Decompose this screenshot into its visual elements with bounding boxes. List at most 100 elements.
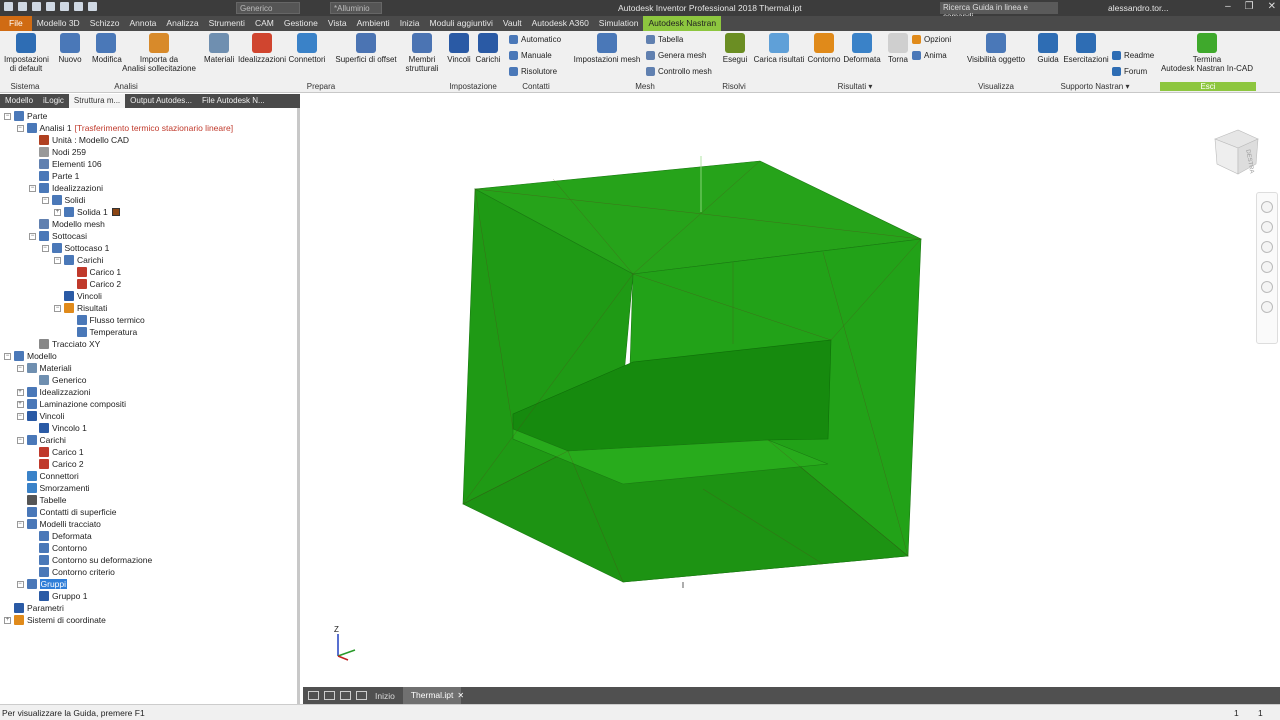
tree-node-label[interactable]: Parte 1 bbox=[52, 171, 79, 181]
tree-node-label[interactable]: Elementi 106 bbox=[52, 159, 102, 169]
tree-node[interactable]: − Carichi bbox=[54, 254, 103, 266]
tree-node[interactable]: Nodi 259 bbox=[29, 146, 86, 158]
contorno-button[interactable]: Contorno bbox=[806, 33, 842, 64]
ribbon-tab-autodesk-nastran[interactable]: Autodesk Nastran bbox=[643, 16, 722, 31]
tree-node-label[interactable]: Vincoli bbox=[40, 411, 65, 421]
tabella-button[interactable]: Tabella bbox=[646, 35, 683, 44]
view-cube[interactable]: DESTRA bbox=[1214, 129, 1259, 175]
tree-node-label[interactable]: Parte bbox=[27, 111, 47, 121]
tree-node-label[interactable]: Deformata bbox=[52, 531, 92, 541]
ribbon-tab-analizza[interactable]: Analizza bbox=[161, 16, 203, 31]
ribbon-tab-gestione[interactable]: Gestione bbox=[279, 16, 323, 31]
ribbon-tab-strumenti[interactable]: Strumenti bbox=[204, 16, 250, 31]
browser-tab-3[interactable]: Output Autodes... bbox=[125, 94, 197, 108]
mesh-model-view[interactable]: Z DESTRA bbox=[303, 94, 1280, 687]
tree-node[interactable]: Gruppo 1 bbox=[29, 590, 87, 602]
tree-node[interactable]: Carico 1 bbox=[67, 266, 121, 278]
expander-icon[interactable]: − bbox=[4, 352, 11, 360]
expander-icon[interactable]: + bbox=[4, 616, 11, 624]
visibilita-oggetto-button[interactable]: Visibilità oggetto bbox=[964, 33, 1028, 64]
expander-icon[interactable]: − bbox=[16, 412, 24, 420]
vincoli-button[interactable]: Vincoli bbox=[446, 33, 472, 64]
tree-node-label[interactable]: Sottocaso 1 bbox=[65, 243, 110, 253]
tree-node-label[interactable]: Connettori bbox=[40, 471, 79, 481]
tree-node[interactable]: Vincoli bbox=[54, 290, 102, 302]
ribbon-tab-autodesk-a360[interactable]: Autodesk A360 bbox=[527, 16, 594, 31]
nuovo-button[interactable]: Nuovo bbox=[56, 33, 84, 64]
tree-node-label[interactable]: Carico 1 bbox=[52, 447, 84, 457]
ribbon-tab-vista[interactable]: Vista bbox=[323, 16, 352, 31]
anima-button[interactable]: Anima bbox=[912, 51, 947, 60]
genera-mesh-button[interactable]: Genera mesh bbox=[646, 51, 706, 60]
tree-node[interactable]: − Modello bbox=[4, 350, 57, 362]
expander-icon[interactable]: − bbox=[16, 364, 24, 372]
tree-node-label[interactable]: Generico bbox=[52, 375, 87, 385]
panel-risultati-[interactable]: Risultati ▾ bbox=[750, 82, 960, 91]
tree-node-label[interactable]: Contorno criterio bbox=[52, 567, 115, 577]
minimize-icon[interactable]: – bbox=[1225, 1, 1231, 12]
split-icon[interactable] bbox=[356, 691, 367, 700]
superfici-offset-button[interactable]: Superfici di offset bbox=[334, 33, 398, 64]
maximize-icon[interactable]: ❐ bbox=[1245, 1, 1254, 12]
tree-node[interactable]: − Parte bbox=[4, 110, 47, 122]
expander-icon[interactable]: − bbox=[16, 520, 24, 528]
expander-icon[interactable]: − bbox=[4, 112, 11, 120]
tree-node-label[interactable]: Carichi bbox=[77, 255, 103, 265]
tree-node-label[interactable]: Solida 1 bbox=[77, 207, 108, 217]
opzioni-button[interactable]: Opzioni bbox=[912, 35, 951, 44]
full-navigation-icon[interactable] bbox=[1261, 301, 1273, 313]
expander-icon[interactable]: + bbox=[54, 208, 61, 216]
tree-node[interactable]: + Sistemi di coordinate bbox=[4, 614, 106, 626]
connettori-button[interactable]: Connettori bbox=[288, 33, 326, 64]
panel-supporto-nastran-[interactable]: Supporto Nastran ▾ bbox=[1040, 82, 1150, 91]
graphics-viewport[interactable]: Z DESTRA bbox=[303, 94, 1280, 687]
importa-button[interactable]: Importa da Analisi sollecitazione bbox=[122, 33, 196, 73]
ribbon-tab-ambienti[interactable]: Ambienti bbox=[352, 16, 395, 31]
carica-risultati-button[interactable]: Carica risultati bbox=[752, 33, 806, 64]
tree-node-label[interactable]: Parametri bbox=[27, 603, 64, 613]
expander-icon[interactable]: − bbox=[41, 196, 49, 204]
forum-button[interactable]: Forum bbox=[1112, 67, 1147, 76]
close-tab-icon[interactable]: ✕ bbox=[457, 691, 464, 700]
ribbon-tab-simulation[interactable]: Simulation bbox=[594, 16, 644, 31]
tree-node-label[interactable]: Tracciato XY bbox=[52, 339, 100, 349]
tree-node[interactable]: Smorzamenti bbox=[17, 482, 90, 494]
tree-node[interactable]: Connettori bbox=[17, 470, 79, 482]
tree-node-label[interactable]: Tabelle bbox=[40, 495, 67, 505]
quick-access-toolbar[interactable] bbox=[4, 2, 97, 11]
risolutore-button[interactable]: Risolutore bbox=[509, 67, 557, 76]
browser-tab-0[interactable]: Modello bbox=[0, 94, 38, 108]
tree-node[interactable]: − Vincoli bbox=[16, 410, 65, 422]
tree-node-label[interactable]: Unità : Modello CAD bbox=[52, 135, 129, 145]
ribbon-tab-moduli-aggiuntivi[interactable]: Moduli aggiuntivi bbox=[425, 16, 498, 31]
panel-analisi[interactable]: Analisi bbox=[98, 82, 154, 91]
tree-node[interactable]: Contorno criterio bbox=[29, 566, 115, 578]
tree-node[interactable]: Contorno su deformazione bbox=[29, 554, 152, 566]
modifica-button[interactable]: Modifica bbox=[92, 33, 122, 64]
save-icon[interactable] bbox=[32, 2, 41, 11]
tree-node[interactable]: Contorno bbox=[29, 542, 87, 554]
torna-button[interactable]: Torna bbox=[886, 33, 910, 64]
print-icon[interactable] bbox=[88, 2, 97, 11]
panel-impostazione[interactable]: Impostazione bbox=[440, 82, 506, 91]
browser-tab-4[interactable]: File Autodesk N... bbox=[197, 94, 270, 108]
impostazioni-default-button[interactable]: Impostazioni di default bbox=[4, 33, 49, 73]
ribbon-tab-file[interactable]: File bbox=[0, 16, 32, 31]
material-dropdown[interactable]: *Alluminio bbox=[330, 2, 382, 14]
tree-node[interactable]: − Modelli tracciato bbox=[16, 518, 101, 530]
tree-node[interactable]: Modello mesh bbox=[29, 218, 105, 230]
panel-esci[interactable]: Esci bbox=[1160, 82, 1256, 91]
expander-icon[interactable]: − bbox=[54, 304, 61, 312]
tree-node[interactable]: Carico 1 bbox=[29, 446, 84, 458]
guida-button[interactable]: Guida bbox=[1036, 33, 1060, 64]
tree-node[interactable]: Elementi 106 bbox=[29, 158, 102, 170]
tree-node[interactable]: Tracciato XY bbox=[29, 338, 100, 350]
tree-node[interactable]: − Analisi 1 [Trasferimento termico stazion… bbox=[16, 122, 233, 134]
orbit-icon[interactable] bbox=[1261, 261, 1273, 273]
home-icon[interactable] bbox=[74, 2, 83, 11]
open-icon[interactable] bbox=[18, 2, 27, 11]
undo-icon[interactable] bbox=[46, 2, 55, 11]
panel-contatti[interactable]: Contatti bbox=[510, 82, 562, 91]
appearance-dropdown[interactable]: Generico bbox=[236, 2, 300, 14]
arrange-icon[interactable] bbox=[340, 691, 351, 700]
